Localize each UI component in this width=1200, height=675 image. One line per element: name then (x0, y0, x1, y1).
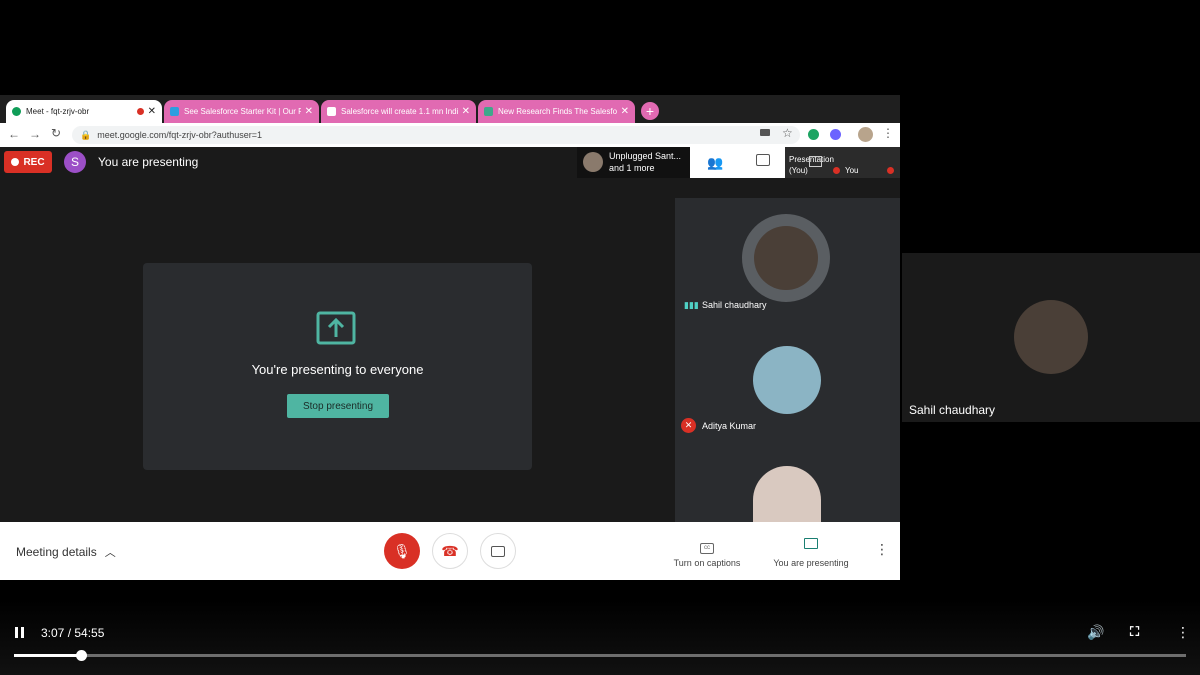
camera-toggle-button[interactable] (480, 533, 516, 569)
reload-icon[interactable]: ↻ (51, 126, 61, 140)
tab-salesforce-starter[interactable]: See Salesforce Starter Kit | Our Fr ✕ (164, 100, 319, 123)
progress-scrubber[interactable] (75, 650, 87, 661)
presenting-message: You're presenting to everyone (251, 362, 424, 377)
more-options-icon[interactable]: ⋮ (875, 541, 889, 558)
close-tab-icon[interactable]: ✕ (621, 106, 629, 117)
player-more-icon[interactable]: ⋮ (1176, 624, 1190, 641)
participant-avatar (583, 152, 603, 172)
self-view-tiles[interactable]: Presentation (You) You (785, 147, 900, 178)
browser-tab-bar: Meet - fqt-zrjv-obr ✕ See Salesforce Sta… (0, 95, 900, 123)
exit-fullscreen-icon[interactable]: ⛶ (1130, 624, 1139, 640)
pause-icon[interactable] (21, 627, 24, 638)
present-screen-icon (316, 311, 356, 345)
participants-strip: ▮▮▮ Sahil chaudhary ✕ Aditya Kumar (675, 198, 900, 522)
stop-presenting-button[interactable]: Stop presenting (287, 394, 389, 418)
chevron-up-icon: ︿ (104, 547, 116, 559)
participant-avatar (753, 466, 821, 522)
mic-toggle-button[interactable]: 🎙 (384, 533, 420, 569)
meet-favicon-icon (12, 107, 21, 116)
present-screen-icon (809, 156, 822, 167)
phone-hangup-icon: ☎ (441, 542, 459, 559)
close-tab-icon[interactable]: ✕ (462, 106, 470, 117)
chat-icon[interactable] (756, 154, 770, 166)
article-favicon-icon (484, 107, 493, 116)
meet-bottom-bar: Meeting details ︿ 🎙 ☎ cc Turn on caption… (0, 522, 900, 580)
lock-icon: 🔒 (80, 129, 92, 140)
mic-off-icon (833, 167, 840, 174)
url-field[interactable]: 🔒 meet.google.com/fqt-zrjv-obr?authuser=… (72, 126, 800, 144)
meeting-details-button[interactable]: Meeting details ︿ (16, 544, 116, 560)
profile-avatar[interactable] (858, 127, 873, 142)
browser-menu-icon[interactable]: ⋮ (882, 126, 894, 140)
mic-off-icon: 🎙 (393, 542, 411, 559)
video-tile-sahil[interactable]: Sahil chaudhary (902, 253, 1200, 422)
extension-icon[interactable] (830, 129, 841, 140)
forward-arrow-icon[interactable]: → (29, 127, 41, 141)
star-icon[interactable]: ☆ (782, 126, 793, 140)
people-icon[interactable]: 👥 (707, 155, 723, 171)
recording-badge: REC (4, 151, 52, 173)
address-bar: ← → ↻ 🔒 meet.google.com/fqt-zrjv-obr?aut… (0, 123, 900, 147)
time-display: 3:07 / 54:55 (41, 626, 105, 640)
audio-level-icon: ▮▮▮ (684, 300, 699, 310)
progress-fill (14, 654, 81, 657)
tab-salesforce-jobs[interactable]: Salesforce will create 1.1 mn Indi ✕ (321, 100, 476, 123)
leave-call-button[interactable]: ☎ (432, 533, 468, 569)
captions-button[interactable]: cc Turn on captions (666, 536, 748, 568)
presenting-button[interactable]: You are presenting (768, 536, 854, 568)
participant-preview[interactable]: Unplugged Sant... and 1 more (577, 147, 690, 178)
back-arrow-icon[interactable]: ← (8, 127, 20, 141)
camera-icon[interactable] (760, 129, 770, 136)
grammarly-extension-icon[interactable] (808, 129, 819, 140)
presenting-status: You are presenting (98, 155, 199, 169)
recording-dot-icon (136, 108, 144, 115)
new-tab-plus-icon[interactable]: + (641, 102, 659, 120)
mic-off-icon: ✕ (681, 418, 696, 433)
progress-track[interactable] (14, 650, 1186, 661)
video-camera-icon (491, 545, 505, 557)
participant-avatar (1014, 300, 1088, 374)
captions-icon: cc (700, 543, 714, 554)
close-tab-icon[interactable]: ✕ (305, 106, 313, 117)
tab-new-research[interactable]: New Research Finds The Salesforc ✕ (478, 100, 635, 123)
participant-avatar (753, 346, 821, 414)
salesforce-favicon-icon (170, 107, 179, 116)
present-screen-icon (804, 538, 818, 549)
mic-off-icon (887, 167, 894, 174)
presenter-avatar: S (64, 151, 86, 173)
tab-meet[interactable]: Meet - fqt-zrjv-obr ✕ (6, 100, 162, 123)
participant-avatar (754, 226, 818, 290)
video-player-controls (0, 600, 1200, 675)
record-dot-icon (11, 158, 20, 166)
volume-icon[interactable]: 🔊 (1087, 624, 1104, 641)
close-tab-icon[interactable]: ✕ (148, 106, 156, 117)
pause-icon[interactable] (15, 627, 18, 638)
news-favicon-icon (327, 107, 336, 116)
